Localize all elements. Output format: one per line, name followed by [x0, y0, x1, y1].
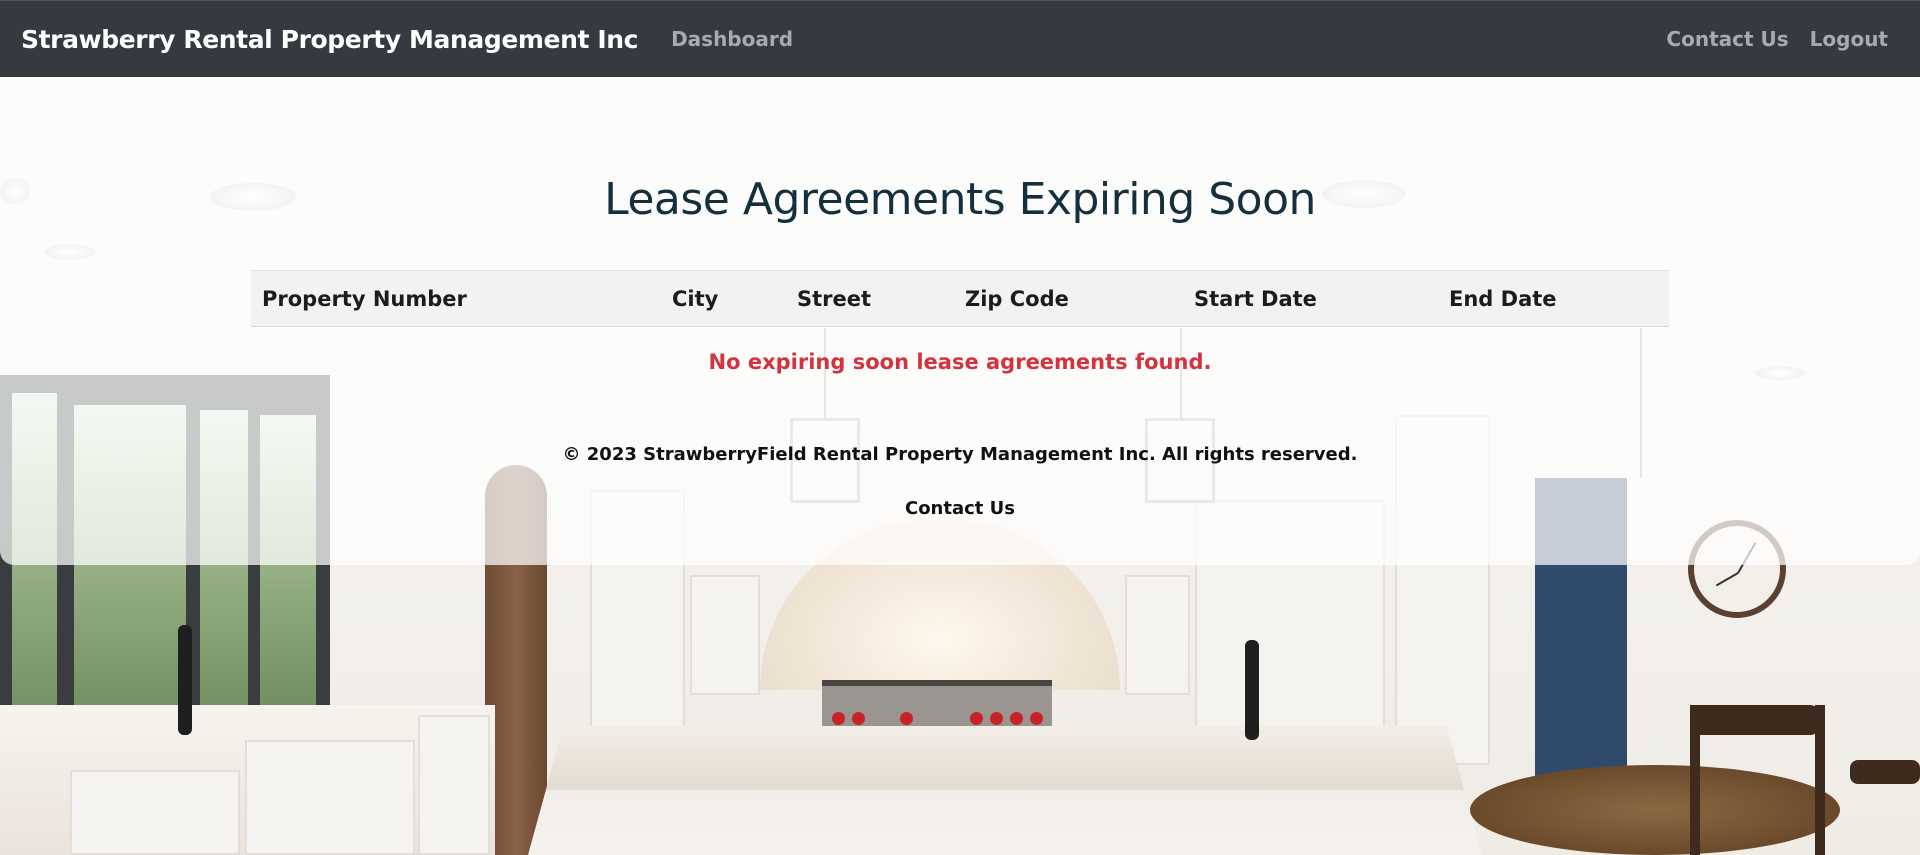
nav-logout-link[interactable]: Logout	[1810, 27, 1888, 51]
nav-right-group: Contact Us Logout	[1666, 27, 1888, 51]
column-header-start-date: Start Date	[1183, 270, 1438, 327]
empty-state-message: No expiring soon lease agreements found.	[708, 350, 1212, 374]
footer-contact-wrapper: Contact Us	[0, 498, 1920, 519]
page-title: Lease Agreements Expiring Soon	[604, 174, 1316, 225]
column-header-property-number: Property Number	[251, 270, 661, 327]
column-header-street: Street	[786, 270, 954, 327]
nav-contact-link[interactable]: Contact Us	[1666, 27, 1788, 51]
brand-link[interactable]: Strawberry Rental Property Management In…	[21, 25, 638, 54]
table-header-row: Property Number City Street Zip Code Sta…	[251, 270, 1669, 327]
column-header-zip-code: Zip Code	[954, 270, 1183, 327]
content-panel: Lease Agreements Expiring Soon Property …	[0, 77, 1920, 565]
footer-copyright: © 2023 StrawberryField Rental Property M…	[562, 444, 1358, 465]
top-navbar: Strawberry Rental Property Management In…	[0, 0, 1920, 77]
leases-table: Property Number City Street Zip Code Sta…	[251, 270, 1669, 327]
column-header-end-date: End Date	[1438, 270, 1669, 327]
column-header-city: City	[661, 270, 786, 327]
footer-contact-link[interactable]: Contact Us	[905, 498, 1015, 519]
nav-dashboard-link[interactable]: Dashboard	[671, 27, 793, 51]
